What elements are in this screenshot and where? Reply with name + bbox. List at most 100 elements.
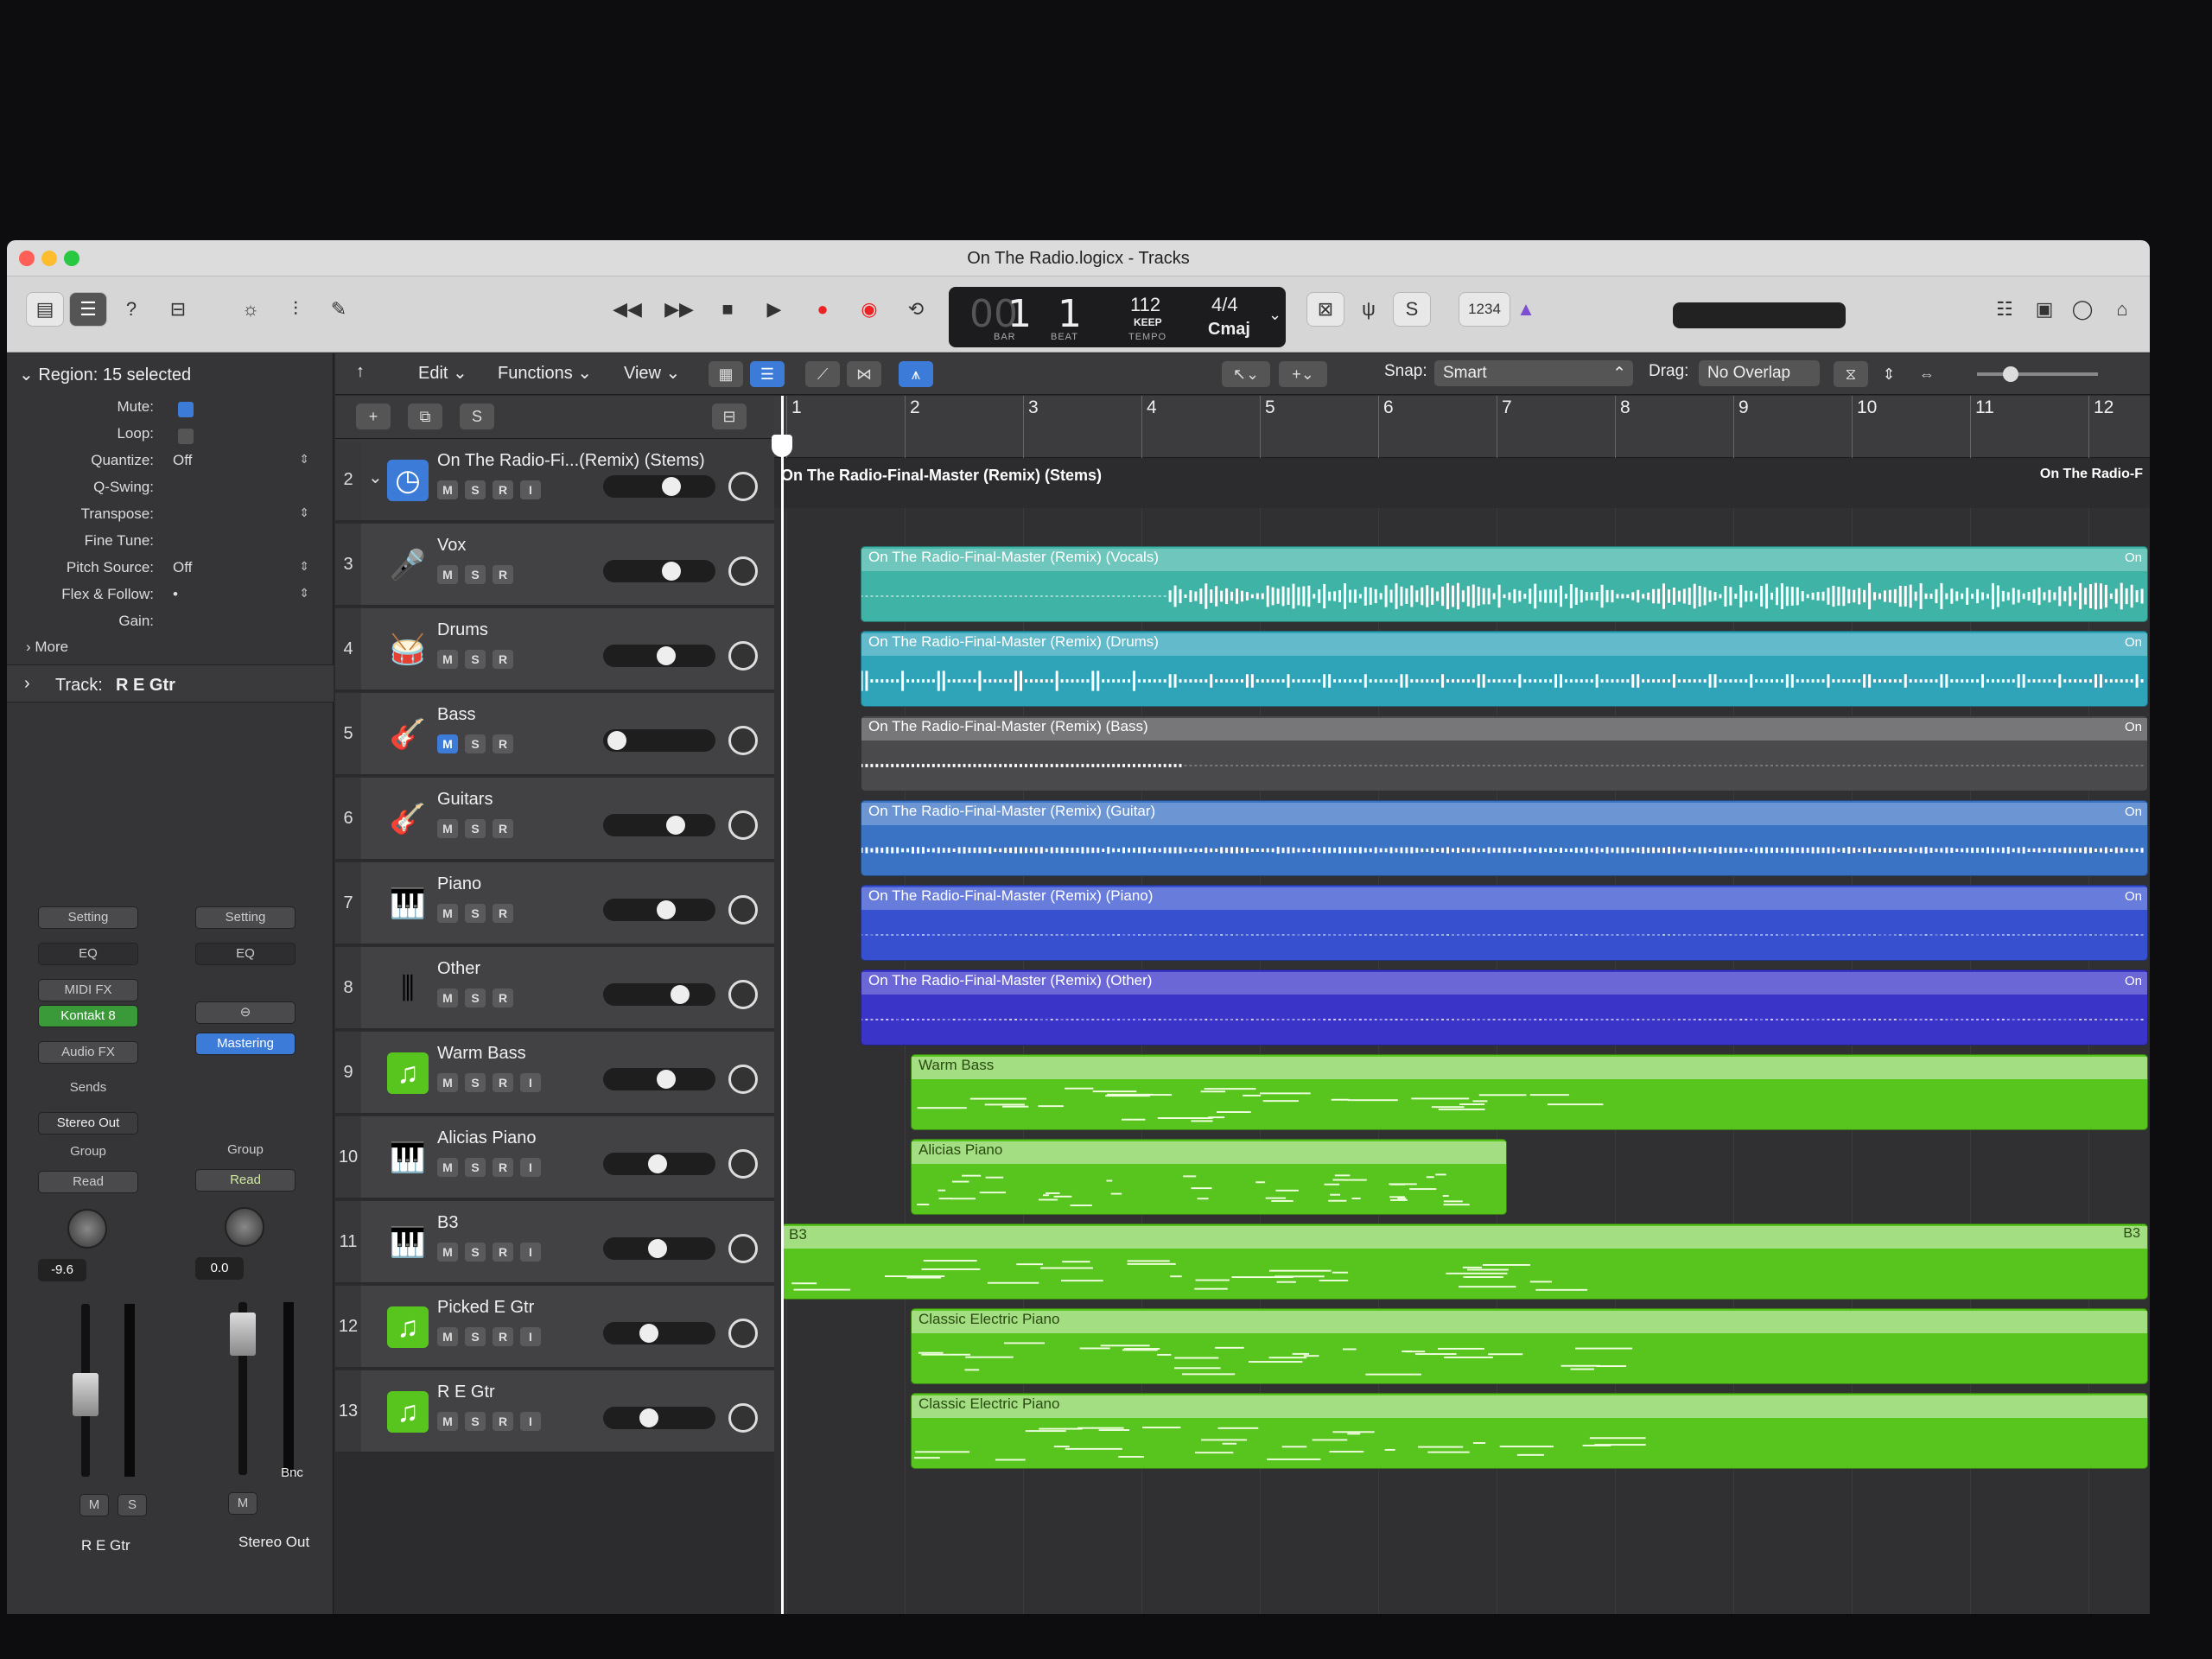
track-volume-knob[interactable] <box>666 816 685 835</box>
audio-region[interactable]: On The Radio-Final-Master (Remix) (Vocal… <box>861 546 2148 622</box>
track-pan-knob[interactable] <box>728 810 758 840</box>
midi-note-icon[interactable]: ♫ <box>387 1306 429 1348</box>
replace-record-icon[interactable]: ◉ <box>850 292 888 327</box>
mute-checkbox[interactable] <box>178 402 194 417</box>
track-pan-knob[interactable] <box>728 1403 758 1433</box>
track-r-button[interactable]: R <box>493 650 513 669</box>
track-inspector-header[interactable]: › Track: R E Gtr <box>7 664 334 702</box>
note-pad-icon[interactable]: ▣ <box>2025 292 2063 327</box>
stepper-icon[interactable]: ⇕ <box>299 452 309 467</box>
bounce-button[interactable]: Bnc <box>275 1463 309 1485</box>
list-editors-icon[interactable]: ☷ <box>1986 292 2024 327</box>
play-icon[interactable]: ▶ <box>755 292 793 327</box>
audio-region[interactable]: On The Radio-Final-Master (Remix) (Other… <box>861 969 2148 1046</box>
mastering-plugin-slot[interactable]: Mastering <box>195 1033 296 1055</box>
track-volume-fader[interactable] <box>603 1153 715 1175</box>
editors-icon[interactable]: ✎ <box>320 292 358 327</box>
tuner-icon[interactable]: ψ <box>1350 292 1388 327</box>
track-i-button[interactable]: I <box>520 1412 541 1431</box>
smart-controls-icon[interactable]: ☼ <box>232 292 270 327</box>
midi-region[interactable]: B3 B3 <box>781 1224 2148 1300</box>
midi-fx-slot[interactable]: MIDI FX <box>38 979 138 1001</box>
track-pan-knob[interactable] <box>728 726 758 755</box>
link-icon[interactable]: ⊖ <box>195 1001 296 1024</box>
stop-icon[interactable]: ■ <box>709 292 747 327</box>
folder-stack-icon[interactable]: ◷ <box>387 460 429 501</box>
track-m-button[interactable]: M <box>437 1158 458 1177</box>
grid-view-icon[interactable]: ▦ <box>709 361 743 387</box>
quick-help-icon[interactable]: ? <box>112 292 150 327</box>
track-s-button[interactable]: S <box>465 1327 486 1346</box>
audio-region[interactable]: On The Radio-Final-Master (Remix) (Drums… <box>861 631 2148 707</box>
track-header[interactable]: 9 ♫ Warm Bass M S R I <box>335 1032 774 1115</box>
track-header[interactable]: 10 🎹 Alicias Piano M S R I <box>335 1116 774 1199</box>
midi-region[interactable]: Alicias Piano <box>911 1139 1507 1215</box>
track-i-button[interactable]: I <box>520 480 541 499</box>
track-header[interactable]: 6 🎸 Guitars M S R <box>335 778 774 861</box>
track-i-button[interactable]: I <box>520 1158 541 1177</box>
track-m-button[interactable]: M <box>437 734 458 753</box>
rewind-icon[interactable]: ◀◀ <box>608 292 646 327</box>
singer-icon[interactable]: 🎤 <box>387 544 429 586</box>
secondary-tool-icon[interactable]: +⌄ <box>1279 361 1327 387</box>
metronome-icon[interactable]: ▲ <box>1507 292 1545 327</box>
track-header[interactable]: 12 ♫ Picked E Gtr M S R I <box>335 1286 774 1369</box>
organ-icon[interactable]: 🎹 <box>387 1222 429 1263</box>
track-volume-fader[interactable] <box>603 560 715 582</box>
more-disclosure[interactable]: › More <box>26 639 68 656</box>
track-m-button[interactable]: M <box>437 904 458 923</box>
track-r-button[interactable]: R <box>493 480 513 499</box>
inspector-row[interactable]: Flex & Follow: • ⇕ <box>7 586 309 610</box>
track-name[interactable]: Alicias Piano <box>437 1128 537 1148</box>
track-pan-knob[interactable] <box>728 1234 758 1263</box>
track-name[interactable]: B3 <box>437 1213 458 1233</box>
drum-kit-icon[interactable]: 🥁 <box>387 629 429 671</box>
track-r-button[interactable]: R <box>493 1412 513 1431</box>
track-s-button[interactable]: S <box>465 819 486 838</box>
drag-select[interactable]: No Overlap <box>1699 360 1820 386</box>
toolbar-toggle-icon[interactable]: ⊟ <box>159 292 197 327</box>
track-volume-knob[interactable] <box>671 985 690 1004</box>
mixer-icon[interactable]: ⫶ <box>276 292 315 327</box>
track-volume-knob[interactable] <box>648 1154 667 1173</box>
pan-knob[interactable] <box>225 1207 264 1247</box>
track-m-button[interactable]: M <box>437 1412 458 1431</box>
inspector-row[interactable]: Mute: <box>7 398 309 423</box>
track-volume-knob[interactable] <box>648 1239 667 1258</box>
fit-horizontal-icon[interactable]: ⇔ <box>1910 361 1944 387</box>
track-s-button[interactable]: S <box>465 988 486 1007</box>
track-alternatives-icon[interactable]: ⊟ <box>712 404 747 429</box>
track-volume-knob[interactable] <box>607 731 626 750</box>
track-pan-knob[interactable] <box>728 556 758 586</box>
snap-select[interactable]: Smart ⌃ <box>1434 360 1633 386</box>
record-icon[interactable]: ● <box>804 292 842 327</box>
back-icon[interactable]: ↑ <box>356 362 365 382</box>
setting-button[interactable]: Setting <box>195 906 296 929</box>
loop-browser-icon[interactable]: ◯ <box>2063 292 2101 327</box>
track-header[interactable]: 4 🥁 Drums M S R <box>335 608 774 691</box>
stepper-icon[interactable]: ⇕ <box>299 586 309 601</box>
library-icon[interactable]: ▤ <box>26 292 64 327</box>
count-in-button[interactable]: 1234 <box>1459 292 1510 327</box>
group-slot[interactable]: Group <box>195 1140 296 1162</box>
track-name[interactable]: Warm Bass <box>437 1044 526 1064</box>
timeline-ruler[interactable]: 1 2 3 4 5 6 7 8 9 10 11 12 <box>774 396 2150 458</box>
track-m-button[interactable]: M <box>437 1327 458 1346</box>
catch-icon[interactable]: ⩚ <box>899 361 933 387</box>
eq-button[interactable]: EQ <box>195 943 296 965</box>
track-s-button[interactable]: S <box>465 1243 486 1262</box>
track-s-button[interactable]: S <box>465 650 486 669</box>
audio-fx-slot[interactable]: Audio FX <box>38 1041 138 1064</box>
track-pan-knob[interactable] <box>728 472 758 501</box>
grand-piano-icon[interactable]: 🎹 <box>387 883 429 925</box>
midi-region[interactable]: Classic Electric Piano <box>911 1393 2148 1469</box>
track-volume-fader[interactable] <box>603 1237 715 1260</box>
zoom-slider-knob[interactable] <box>2003 366 2018 382</box>
mute-button[interactable]: M <box>228 1492 257 1515</box>
loop-checkbox[interactable] <box>178 429 194 444</box>
track-volume-fader[interactable] <box>603 814 715 836</box>
audio-region[interactable]: On The Radio-Final-Master (Remix) (Piano… <box>861 885 2148 961</box>
view-menu[interactable]: View ⌄ <box>624 362 680 384</box>
inspector-row[interactable]: Quantize: Off ⇕ <box>7 452 309 476</box>
track-volume-fader[interactable] <box>603 1407 715 1429</box>
